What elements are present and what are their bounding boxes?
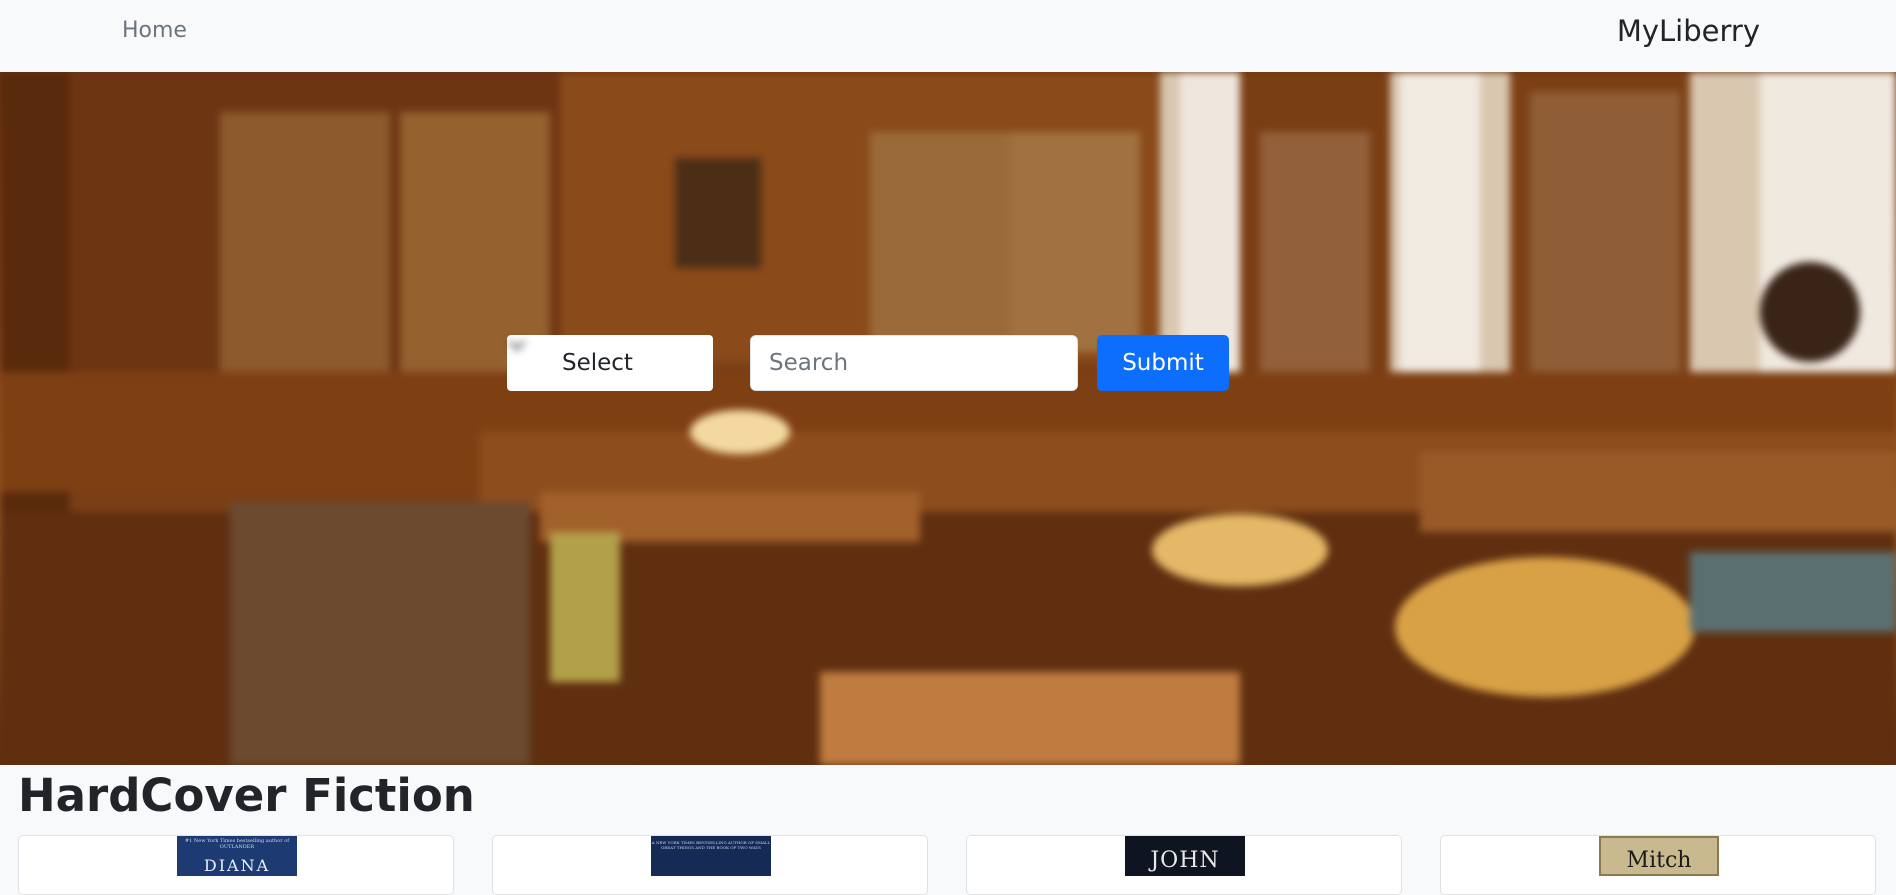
submit-button[interactable]: Submit [1097, 335, 1229, 391]
nav-home-link[interactable]: Home [122, 16, 187, 46]
book-cover-title: DIANA [203, 856, 271, 875]
library-background-image [0, 72, 1896, 765]
hero-banner: Select Submit [0, 72, 1896, 765]
category-select-label: Select [562, 350, 633, 376]
book-cover[interactable]: Mitch [1599, 836, 1719, 876]
book-cover[interactable]: #1 New York Times bestselling author of … [177, 836, 297, 876]
top-navbar: Home MyLiberry [0, 0, 1896, 73]
book-cover[interactable]: A NEW YORK TIMES BESTSELLING AUTHOR OF S… [651, 836, 771, 876]
book-cover-title: Mitch [1626, 848, 1692, 873]
category-select[interactable]: Select [507, 335, 713, 391]
book-card[interactable]: #1 New York Times bestselling author of … [18, 835, 454, 895]
book-cover[interactable]: JOHN [1125, 836, 1245, 876]
book-cover-title: JOHN [1150, 848, 1220, 873]
book-card[interactable]: Mitch [1440, 835, 1876, 895]
book-card[interactable]: A NEW YORK TIMES BESTSELLING AUTHOR OF S… [492, 835, 928, 895]
search-input[interactable] [750, 335, 1078, 391]
book-cover-tagline: #1 New York Times bestselling author of … [184, 838, 290, 850]
section-title: HardCover Fiction [18, 769, 475, 822]
chevron-down-icon [508, 340, 526, 351]
book-cover-tagline: A NEW YORK TIMES BESTSELLING AUTHOR OF S… [651, 840, 771, 850]
book-card[interactable]: JOHN [966, 835, 1402, 895]
brand-logo-text[interactable]: MyLiberry [1617, 12, 1760, 50]
